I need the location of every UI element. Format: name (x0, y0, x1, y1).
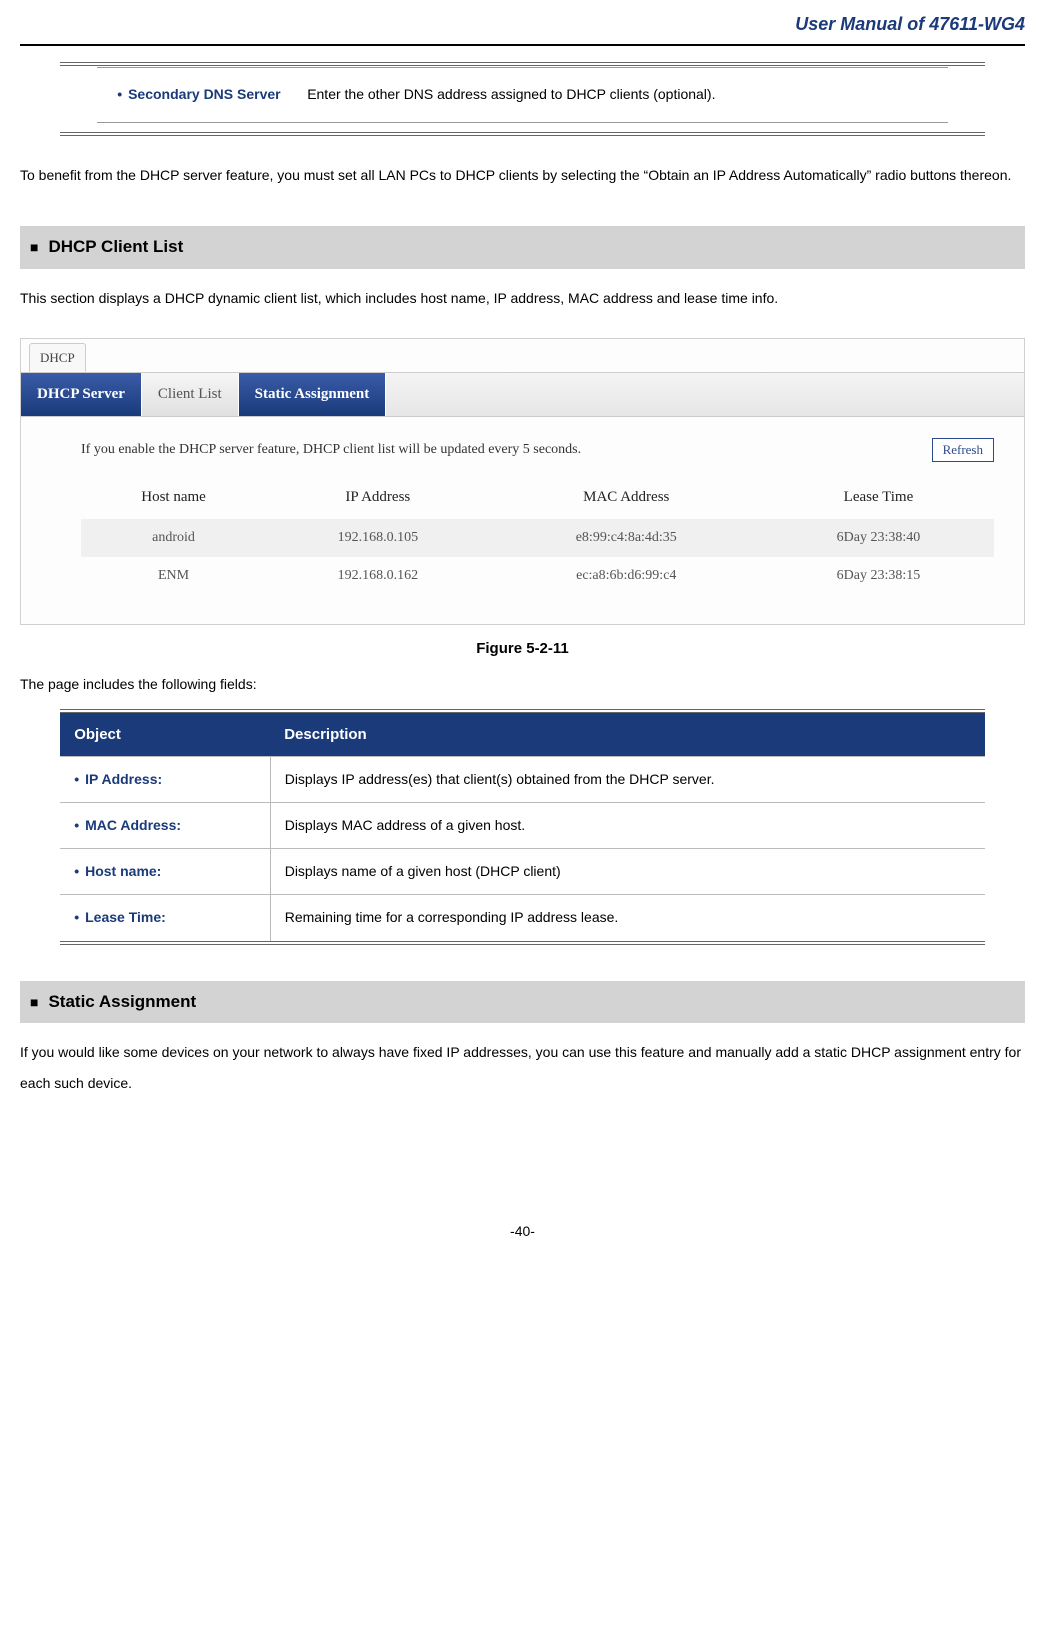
fields-row: • IP Address: Displays IP address(es) tha… (60, 756, 985, 802)
fields-object-cell: • Lease Time: (60, 895, 270, 941)
fields-object: Host name: (85, 863, 161, 879)
tab-dhcp-server[interactable]: DHCP Server (21, 373, 142, 416)
table-row: ENM 192.168.0.162 ec:a8:6b:d6:99:c4 6Day… (81, 557, 994, 594)
fields-head-object: Object (60, 713, 270, 757)
fields-row: • Lease Time: Remaining time for a corres… (60, 895, 985, 941)
param-table-wrapper: • Secondary DNS Server Enter the other DN… (60, 62, 985, 135)
note-row: If you enable the DHCP server feature, D… (81, 437, 994, 462)
client-list-table: Host name IP Address MAC Address Lease T… (81, 476, 994, 593)
bullet-icon: • (74, 909, 79, 925)
section-heading-text: DHCP Client List (48, 237, 183, 256)
fields-object: Lease Time: (85, 909, 166, 925)
bullet-icon: • (117, 86, 122, 102)
cell-host: ENM (81, 557, 266, 594)
fields-table: Object Description • IP Address: Displays… (60, 713, 985, 941)
col-hostname: Host name (81, 476, 266, 519)
param-desc: Enter the other DNS address assigned to … (297, 68, 948, 122)
dhcp-client-list-intro: This section displays a DHCP dynamic cli… (20, 283, 1025, 314)
fields-desc: Displays name of a given host (DHCP clie… (270, 849, 985, 895)
fields-table-wrap: Object Description • IP Address: Displays… (60, 709, 985, 945)
square-bullet-icon: ■ (30, 239, 38, 255)
cell-lease: 6Day 23:38:40 (763, 519, 994, 556)
cell-mac: ec:a8:6b:d6:99:c4 (490, 557, 763, 594)
fields-row: • MAC Address: Displays MAC address of a … (60, 803, 985, 849)
param-row: • Secondary DNS Server Enter the other DN… (97, 68, 948, 122)
tab-static-assignment[interactable]: Static Assignment (239, 373, 387, 416)
col-ip: IP Address (266, 476, 490, 519)
fields-desc: Displays IP address(es) that client(s) o… (270, 756, 985, 802)
section-heading-static-assignment: ■ Static Assignment (20, 981, 1025, 1024)
param-label: Secondary DNS Server (128, 86, 281, 102)
fields-desc: Displays MAC address of a given host. (270, 803, 985, 849)
static-assignment-intro: If you would like some devices on your n… (20, 1037, 1025, 1099)
fields-head-desc: Description (270, 713, 985, 757)
col-lease: Lease Time (763, 476, 994, 519)
table-row: android 192.168.0.105 e8:99:c4:8a:4d:35 … (81, 519, 994, 556)
figure-caption: Figure 5-2-11 (20, 635, 1025, 662)
fields-object: MAC Address: (85, 817, 181, 833)
square-bullet-icon: ■ (30, 994, 38, 1010)
fields-desc: Remaining time for a corresponding IP ad… (270, 895, 985, 941)
fields-intro: The page includes the following fields: (20, 672, 1025, 697)
paragraph-dhcp-note: To benefit from the DHCP server feature,… (20, 160, 1025, 191)
header-rule (20, 44, 1025, 46)
screenshot-figure: DHCP DHCP Server Client List Static Assi… (20, 338, 1025, 625)
cell-ip: 192.168.0.105 (266, 519, 490, 556)
cell-lease: 6Day 23:38:15 (763, 557, 994, 594)
cell-ip: 192.168.0.162 (266, 557, 490, 594)
param-label-cell: • Secondary DNS Server (97, 68, 297, 122)
fields-row: • Host name: Displays name of a given hos… (60, 849, 985, 895)
fields-object-cell: • IP Address: (60, 756, 270, 802)
param-table: • Secondary DNS Server Enter the other DN… (97, 67, 948, 122)
refresh-button[interactable]: Refresh (932, 438, 994, 462)
refresh-note: If you enable the DHCP server feature, D… (81, 437, 581, 462)
fields-object: IP Address: (85, 771, 162, 787)
breadcrumb-dhcp: DHCP (29, 343, 86, 372)
screenshot-body: If you enable the DHCP server feature, D… (21, 417, 1024, 624)
section-heading-text: Static Assignment (48, 992, 196, 1011)
client-list-header-row: Host name IP Address MAC Address Lease T… (81, 476, 994, 519)
bullet-icon: • (74, 817, 79, 833)
cell-mac: e8:99:c4:8a:4d:35 (490, 519, 763, 556)
cell-host: android (81, 519, 266, 556)
page-number: -40- (20, 1219, 1025, 1244)
bullet-icon: • (74, 771, 79, 787)
screenshot-top: DHCP (21, 339, 1024, 372)
page-header-title: User Manual of 47611-WG4 (20, 0, 1025, 44)
tab-client-list[interactable]: Client List (142, 373, 239, 416)
section-heading-dhcp-client-list: ■ DHCP Client List (20, 226, 1025, 269)
bullet-icon: • (74, 863, 79, 879)
fields-object-cell: • Host name: (60, 849, 270, 895)
col-mac: MAC Address (490, 476, 763, 519)
fields-object-cell: • MAC Address: (60, 803, 270, 849)
tab-row: DHCP Server Client List Static Assignmen… (21, 372, 1024, 417)
fields-header-row: Object Description (60, 713, 985, 757)
